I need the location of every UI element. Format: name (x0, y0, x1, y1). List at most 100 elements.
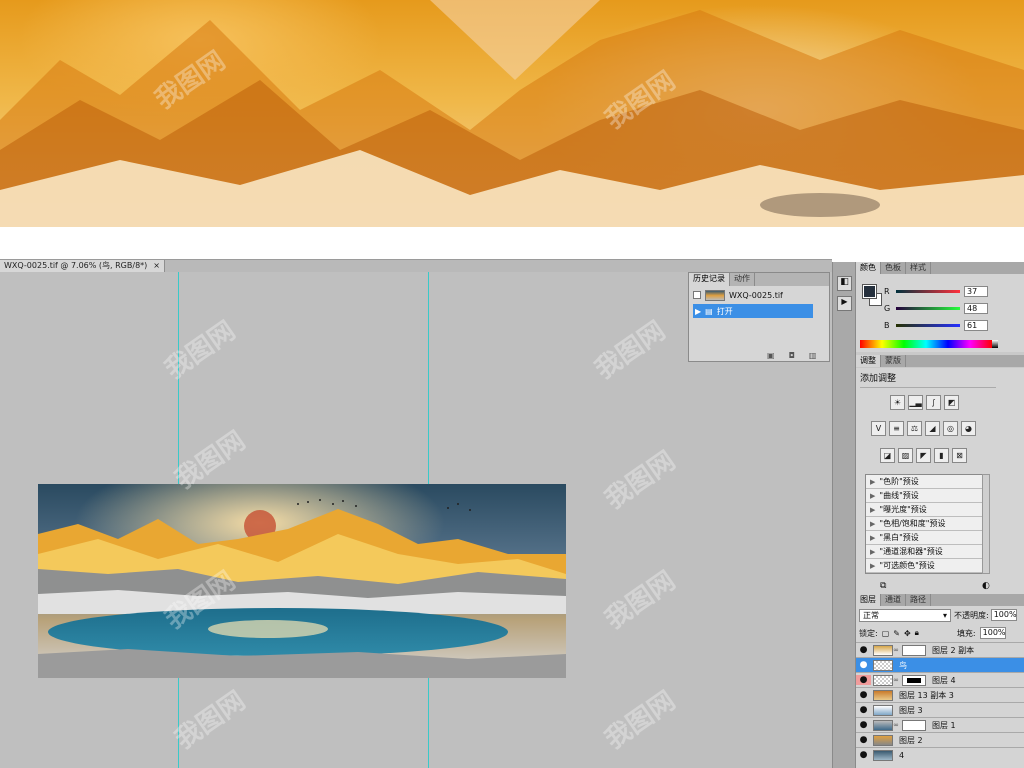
eye-icon[interactable]: ● (856, 720, 871, 730)
history-snapshot[interactable]: WXQ-0025.tif (693, 288, 783, 302)
adjustment-presets-list: ▶ "色阶"预设 ▶ "曲线"预设 ▶ "曝光度"预设 ▶ "色相/饱和度"预设 ▶ "黑… (865, 474, 989, 574)
tab-adjustments[interactable]: 调整 (856, 355, 881, 367)
lock-position-icon[interactable]: ✥ (904, 629, 911, 638)
list-item[interactable]: ▶ "曲线"预设 (866, 489, 988, 503)
new-document-icon[interactable]: ▣ (767, 351, 775, 360)
list-item[interactable]: ▶ "曝光度"预设 (866, 503, 988, 517)
blue-value[interactable]: 61 (964, 319, 988, 331)
exposure-icon[interactable]: ◩ (944, 395, 959, 410)
lock-pixels-icon[interactable]: ✎ (893, 629, 900, 638)
history-brush-icon: ▶ (695, 306, 702, 316)
history-panel-icon[interactable]: ◧ (837, 276, 852, 291)
green-slider[interactable] (896, 306, 960, 310)
blue-label: B (884, 320, 890, 330)
list-item[interactable]: ▶ "色相/饱和度"预设 (866, 517, 988, 531)
curves-icon[interactable]: ∫ (926, 395, 941, 410)
trash-icon[interactable]: ▥ (809, 351, 817, 360)
photo-filter-icon[interactable]: ◎ (943, 421, 958, 436)
opacity-field[interactable]: 100% (990, 609, 1017, 621)
layer-row[interactable]: ● ∞ 图层 4 (856, 672, 1024, 687)
layer-name: 图层 4 (932, 675, 956, 685)
blend-mode-select[interactable]: 正常 ▾ (859, 609, 951, 622)
tab-swatches[interactable]: 色板 (881, 262, 906, 274)
color-spectrum-bar[interactable] (860, 340, 992, 348)
layer-row[interactable]: ● ∞ 图层 1 (856, 717, 1024, 732)
layer-name: 图层 3 (899, 705, 923, 715)
eye-icon[interactable]: ● (856, 660, 871, 670)
actions-panel-icon[interactable]: ▶ (837, 296, 852, 311)
link-icon: ∞ (893, 721, 899, 729)
layer-mask-thumbnail[interactable] (902, 719, 926, 731)
list-item[interactable]: ▶ "通道混和器"预设 (866, 545, 988, 559)
layer-row[interactable]: ● 4 (856, 747, 1024, 762)
lock-all-icon[interactable]: 🔒︎ (915, 628, 919, 638)
red-slider[interactable] (896, 289, 960, 293)
eye-icon[interactable]: ● (856, 645, 871, 655)
gradient-map-icon[interactable]: ▮ (934, 448, 949, 463)
grayscale-ramp[interactable] (992, 340, 998, 348)
tab-masks[interactable]: 蒙版 (881, 355, 906, 367)
adjustments-panel-tabs: 调整 蒙版 (856, 355, 1024, 367)
panel-mode-icon[interactable]: ⧉ (880, 581, 886, 591)
list-item[interactable]: ▶ "色阶"预设 (866, 475, 988, 489)
history-state[interactable]: ▶ ▤ 打开 (693, 304, 813, 318)
red-label: R (884, 286, 890, 296)
artwork-image (38, 484, 566, 678)
eye-icon[interactable]: ● (856, 705, 871, 715)
color-balance-icon[interactable]: ⚖ (907, 421, 922, 436)
layer-row[interactable]: ● 图层 13 副本 3 (856, 687, 1024, 702)
layer-thumbnail (873, 659, 893, 671)
brightness-contrast-icon[interactable]: ☀ (890, 395, 905, 410)
adjustment-icons-row-1: ☀ ▁▃ ∫ ◩ (890, 395, 959, 410)
red-value[interactable]: 37 (964, 285, 988, 297)
tab-history[interactable]: 历史记录 (689, 273, 730, 286)
preset-label: "通道混和器"预设 (879, 547, 943, 556)
panel-options-icon[interactable]: ◐ (982, 581, 990, 591)
blue-slider[interactable] (896, 323, 960, 327)
opacity-control: 不透明度: 100% (954, 609, 1017, 621)
posterize-icon[interactable]: ▨ (898, 448, 913, 463)
expand-triangle-icon[interactable]: ▶ (870, 492, 875, 500)
green-value[interactable]: 48 (964, 302, 988, 314)
expand-triangle-icon[interactable]: ▶ (870, 478, 875, 486)
eye-icon[interactable]: ● (856, 735, 871, 745)
layer-mask-thumbnail[interactable] (902, 644, 926, 656)
tab-styles[interactable]: 样式 (906, 262, 931, 274)
invert-icon[interactable]: ◪ (880, 448, 895, 463)
eye-icon[interactable]: ● (856, 675, 871, 685)
selective-color-icon[interactable]: ⊠ (952, 448, 967, 463)
layer-row[interactable]: ● 图层 3 (856, 702, 1024, 717)
foreground-color-swatch[interactable] (862, 284, 877, 299)
lock-transparency-icon[interactable]: ▢ (882, 629, 890, 638)
black-white-icon[interactable]: ◢ (925, 421, 940, 436)
eye-icon[interactable]: ● (856, 750, 871, 760)
history-panel-tabs: 历史记录 动作 (689, 273, 829, 286)
expand-triangle-icon[interactable]: ▶ (870, 548, 875, 556)
list-item[interactable]: ▶ "可选颜色"预设 (866, 559, 988, 573)
tab-paths[interactable]: 路径 (906, 594, 931, 606)
layer-row[interactable]: ● ∞ 图层 2 副本 (856, 642, 1024, 657)
eye-icon[interactable]: ● (856, 690, 871, 700)
layer-mask-thumbnail[interactable] (902, 674, 926, 686)
expand-triangle-icon[interactable]: ▶ (870, 520, 875, 528)
snapshot-source-icon[interactable] (693, 291, 701, 299)
channel-mixer-icon[interactable]: ◕ (961, 421, 976, 436)
tab-channels[interactable]: 通道 (881, 594, 906, 606)
levels-icon[interactable]: ▁▃ (908, 395, 923, 410)
expand-triangle-icon[interactable]: ▶ (870, 506, 875, 514)
expand-triangle-icon[interactable]: ▶ (870, 562, 875, 570)
layer-row[interactable]: ● 鸟 (856, 657, 1024, 672)
camera-icon[interactable]: ◘ (789, 351, 795, 360)
layer-row[interactable]: ● 图层 2 (856, 732, 1024, 747)
threshold-icon[interactable]: ◤ (916, 448, 931, 463)
tab-color[interactable]: 颜色 (856, 262, 881, 274)
expand-triangle-icon[interactable]: ▶ (870, 534, 875, 542)
presets-scrollbar[interactable] (982, 474, 990, 574)
fill-field[interactable]: 100% (979, 627, 1006, 639)
vibrance-icon[interactable]: V (871, 421, 886, 436)
history-panel: 历史记录 动作 WXQ-0025.tif ▶ ▤ 打开 ▣ ◘ ▥ (688, 272, 830, 362)
list-item[interactable]: ▶ "黑白"预设 (866, 531, 988, 545)
hue-saturation-icon[interactable]: ≡ (889, 421, 904, 436)
tab-actions[interactable]: 动作 (730, 273, 755, 286)
tab-layers[interactable]: 图层 (856, 594, 881, 606)
